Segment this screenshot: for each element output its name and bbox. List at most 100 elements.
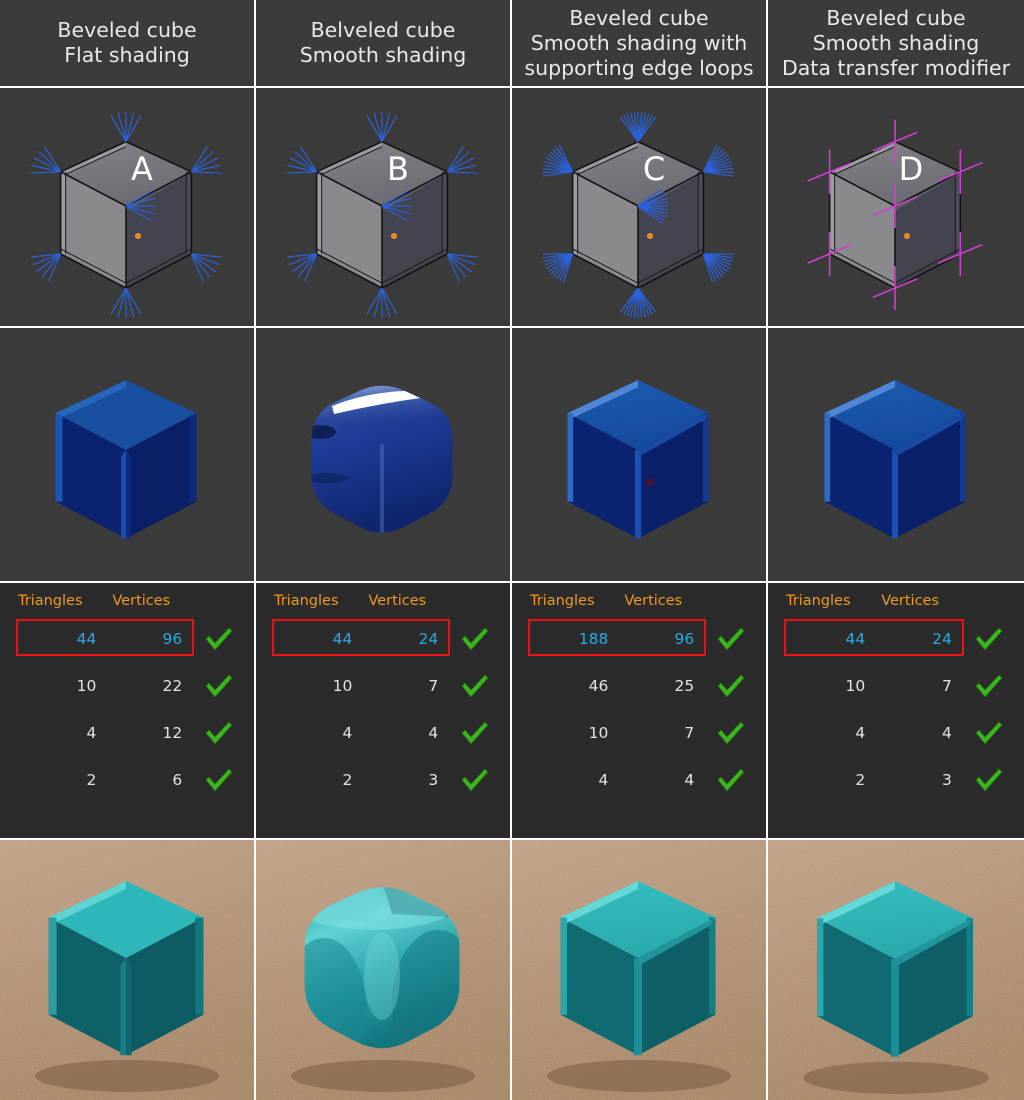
cell-triangles: 2 [342,770,353,789]
viewport-letter-label: B [387,150,409,188]
table-row: 4 4 [782,709,1010,756]
cell-status [960,662,1010,709]
checkmark-icon [716,673,746,699]
cell-vertices: 4 [684,770,695,789]
checkmark-icon [460,767,490,793]
stats-header-row: Triangles Vertices [270,593,496,615]
col-header-vertices: Vertices [368,593,427,609]
table-row: 10 22 [14,662,240,709]
checkmark-icon [460,673,490,699]
stats-header-row: Triangles Vertices [526,593,752,615]
cell-status [702,756,752,803]
cell-vertices: 7 [684,723,695,742]
table-row: 10 7 [782,662,1010,709]
checkmark-icon [716,720,746,746]
col-header-triangles: Triangles [18,593,83,609]
cell-triangles: 4 [342,723,353,742]
checkmark-icon [460,626,490,652]
cell-vertices: 4 [941,723,952,742]
col-header-triangles: Triangles [786,593,851,609]
checkmark-icon [204,720,234,746]
render-teal-c [512,840,766,1100]
heading-line: Beveled cube [826,5,966,30]
cell-status [446,756,496,803]
col-header-status [960,593,1010,615]
col-header-status [702,593,752,615]
heading-line: Belveled cube [310,18,456,42]
highlight-box [784,619,964,656]
cell-triangles: 2 [86,770,97,789]
cell-vertices: 7 [941,676,952,695]
cell-status [190,662,240,709]
table-row: 2 6 [14,756,240,803]
highlight-box [16,619,195,656]
col-header-status [446,593,496,615]
render-blue-a [0,328,254,581]
render-blue-b [256,328,510,581]
cell-status [190,615,240,662]
highlight-box [528,619,707,656]
cell-vertices: 22 [162,676,183,695]
checkmark-icon [974,673,1004,699]
table-row: 4 4 [526,756,752,803]
viewport-letter-label: D [899,150,924,188]
checkmark-icon [460,720,490,746]
render-teal-d [768,840,1024,1100]
table-row: 4 12 [14,709,240,756]
cell-vertices: 6 [172,770,183,789]
stats-table-c: Triangles Vertices 188 96 46 25 10 7 4 4 [512,583,766,838]
checkmark-icon [204,673,234,699]
cell-triangles: 10 [332,676,353,695]
highlight-box [272,619,451,656]
cell-status [446,662,496,709]
cell-triangles: 4 [86,723,97,742]
stats-header-row: Triangles Vertices [782,593,1010,615]
render-blue-d [768,328,1024,581]
checkmark-icon [716,767,746,793]
cell-status [190,709,240,756]
heading-line: Smooth shading [299,43,467,67]
cell-triangles: 10 [588,723,609,742]
col-header-vertices: Vertices [624,593,683,609]
column-header-c: Beveled cube Smooth shading with support… [512,0,766,86]
cell-status [446,615,496,662]
col-header-status [190,593,240,615]
cell-vertices: 7 [428,676,439,695]
stats-header-row: Triangles Vertices [14,593,240,615]
table-row: 4 4 [270,709,496,756]
heading-line: Flat shading [64,43,190,67]
cell-vertices: 12 [162,723,183,742]
col-header-vertices: Vertices [881,593,940,609]
viewport-cube-a: A [0,88,254,326]
column-header-a: Beveled cube Flat shading [0,0,254,86]
render-blue-c [512,328,766,581]
viewport-cube-c: C [512,88,766,326]
viewport-cube-b: B [256,88,510,326]
cell-triangles: 10 [845,676,866,695]
cell-status [960,709,1010,756]
viewport-letter-label: A [131,150,153,188]
table-row: 10 7 [526,709,752,756]
cell-status [702,709,752,756]
viewport-cube-d: D [768,88,1024,326]
cell-triangles: 4 [855,723,866,742]
comparison-figure: Beveled cube Flat shading Belveled cube … [0,0,1024,1100]
cell-vertices: 4 [428,723,439,742]
heading-line: Beveled cube [57,18,197,42]
col-header-triangles: Triangles [274,593,339,609]
cell-status [190,756,240,803]
cell-triangles: 4 [598,770,609,789]
stats-table-b: Triangles Vertices 44 24 10 7 4 4 2 3 [256,583,510,838]
heading-line: Data transfer modifier [781,55,1011,80]
checkmark-icon [204,767,234,793]
cell-status [960,756,1010,803]
checkmark-icon [974,626,1004,652]
heading-line: Smooth shading [812,30,980,55]
table-row: 46 25 [526,662,752,709]
cell-vertices: 3 [941,770,952,789]
render-teal-a [0,840,254,1100]
viewport-letter-label: C [643,150,665,188]
heading-line: Beveled cube [569,5,709,30]
cell-status [702,615,752,662]
col-header-vertices: Vertices [112,593,171,609]
